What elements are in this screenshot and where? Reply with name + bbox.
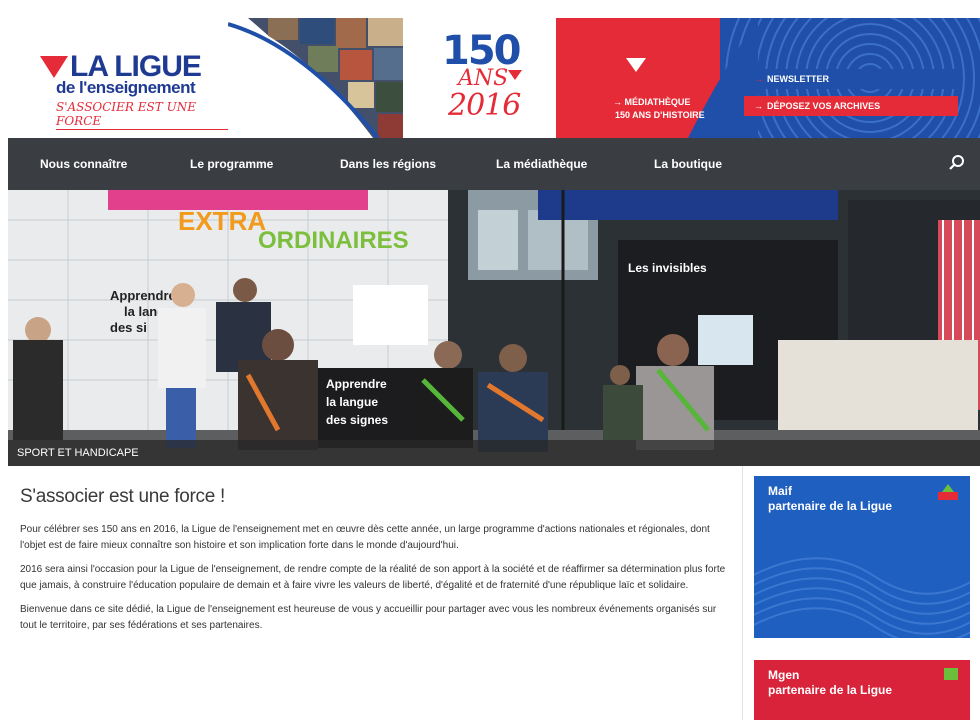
svg-text:des si: des si bbox=[110, 320, 147, 335]
paragraph-1: Pour célébrer ses 150 ans en 2016, la Li… bbox=[20, 524, 710, 551]
svg-text:la langue: la langue bbox=[326, 395, 378, 409]
hero-caption: SPORT ET HANDICAPE bbox=[8, 440, 980, 466]
paragraph-3: Bienvenue dans ce site dédié, la Ligue d… bbox=[20, 604, 717, 631]
banner-ordinaires-text: ORDINAIRES bbox=[258, 227, 409, 254]
site-header: LA LIGUE de l'enseignement S'ASSOCIER ES… bbox=[8, 18, 980, 138]
partner-card-mgen[interactable]: Mgen partenaire de la Ligue bbox=[754, 660, 970, 720]
page-title: S'associer est une force ! bbox=[20, 486, 225, 507]
partner-card-maif[interactable]: Maif partenaire de la Ligue bbox=[754, 476, 970, 638]
mediatheque-triangle-icon bbox=[626, 58, 646, 72]
newsletter-label: NEWSLETTER bbox=[767, 74, 829, 84]
logo-triangle-icon bbox=[40, 56, 68, 78]
archives-label: DÉPOSEZ VOS ARCHIVES bbox=[767, 101, 881, 111]
paragraph-2: 2016 sera ainsi l'occasion pour la Ligue… bbox=[20, 564, 726, 591]
partner-name: Mgen bbox=[768, 668, 800, 682]
header-photo-collage bbox=[228, 18, 403, 138]
page-frame: LA LIGUE de l'enseignement S'ASSOCIER ES… bbox=[8, 18, 980, 720]
arrow-right-icon: → bbox=[754, 74, 763, 84]
maif-logo-icon bbox=[938, 484, 958, 500]
svg-text:Apprendre: Apprendre bbox=[110, 288, 176, 303]
logo-title: LA LIGUE bbox=[70, 50, 202, 83]
site-logo[interactable]: LA LIGUE de l'enseignement S'ASSOCIER ES… bbox=[40, 50, 240, 130]
invisibles-text: Les invisibles bbox=[628, 261, 707, 275]
newsletter-button[interactable]: → NEWSLETTER bbox=[744, 69, 958, 89]
hero-image[interactable]: EXTRA ORDINAIRES Apprendre la langu des … bbox=[8, 190, 980, 466]
nav-item-nous-connaitre[interactable]: Nous connaître bbox=[40, 138, 127, 190]
nav-item-mediatheque[interactable]: La médiathèque bbox=[496, 138, 587, 190]
anniversary-year: 2016 bbox=[448, 88, 521, 123]
main-nav: Nous connaître Le programme Dans les rég… bbox=[8, 138, 980, 190]
svg-text:Apprendre: Apprendre bbox=[326, 377, 387, 391]
main-content: S'associer est une force ! Pour célébrer… bbox=[8, 466, 980, 720]
nav-item-boutique[interactable]: La boutique bbox=[654, 138, 722, 190]
anniversary-logo: 150 ANS 2016 bbox=[428, 28, 538, 133]
arrow-right-icon: → bbox=[613, 97, 625, 107]
svg-text:des signes: des signes bbox=[326, 413, 388, 427]
sidebar: Maif partenaire de la Ligue Mgen partena… bbox=[754, 476, 970, 720]
arrow-right-icon: → bbox=[754, 101, 763, 111]
mediatheque-line2: 150 ANS D'HISTOIRE bbox=[615, 110, 705, 120]
nav-item-regions[interactable]: Dans les régions bbox=[340, 138, 436, 190]
article: S'associer est une force ! Pour célébrer… bbox=[8, 466, 743, 720]
archives-button[interactable]: → DÉPOSEZ VOS ARCHIVES bbox=[744, 96, 958, 116]
partner-label: partenaire de la Ligue bbox=[768, 499, 893, 513]
mgen-logo-icon bbox=[944, 668, 958, 680]
mediatheque-line1: MÉDIATHÈQUE bbox=[624, 97, 691, 107]
logo-tagline: S'ASSOCIER EST UNE FORCE bbox=[56, 100, 240, 130]
search-icon[interactable] bbox=[948, 154, 966, 172]
banner-extra-text: EXTRA bbox=[178, 206, 266, 236]
logo-subtitle: de l'enseignement bbox=[56, 78, 196, 97]
nav-item-programme[interactable]: Le programme bbox=[190, 138, 273, 190]
anniversary-triangle-icon bbox=[508, 70, 522, 80]
mediatheque-link[interactable]: → MÉDIATHÈQUE 150 ANS D'HISTOIRE bbox=[613, 96, 705, 122]
hero-scene: EXTRA ORDINAIRES Apprendre la langu des … bbox=[8, 190, 980, 466]
partner-label: partenaire de la Ligue bbox=[768, 683, 893, 697]
